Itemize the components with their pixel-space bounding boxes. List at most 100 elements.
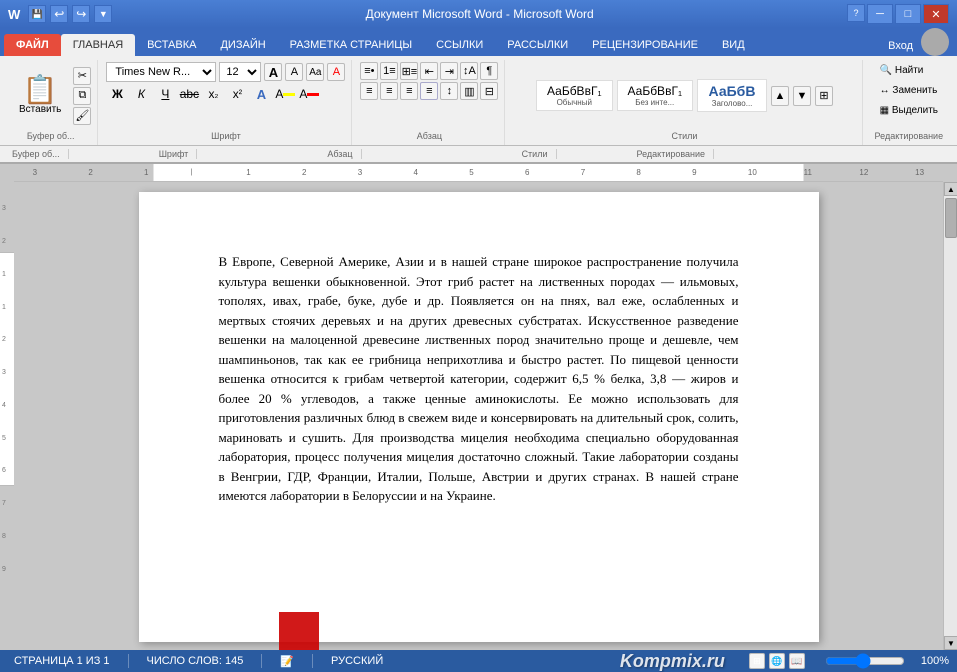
scroll-track[interactable] — [944, 196, 957, 636]
text-effects-button[interactable]: A — [250, 84, 272, 104]
superscript-button[interactable]: x² — [226, 84, 248, 104]
numbering-button[interactable]: 1≡ — [380, 62, 398, 80]
bullets-button[interactable]: ≡• — [360, 62, 378, 80]
status-divider-2 — [261, 654, 262, 668]
copy-button[interactable]: ⧉ — [73, 87, 91, 105]
clipboard-sub: ✂ ⧉ 🖌 — [73, 67, 91, 125]
font-size-down-button[interactable]: A — [285, 63, 303, 81]
italic-button[interactable]: К — [130, 84, 152, 104]
clear-format-button[interactable]: A — [327, 63, 345, 81]
clipboard-group: 📋 Вставить ✂ ⧉ 🖌 Буфер об... — [4, 60, 98, 145]
save-button[interactable]: 💾 — [28, 5, 46, 23]
font-name-select[interactable]: Times New R... — [106, 62, 216, 82]
document-area[interactable]: В Европе, Северной Америке, Азии и в наш… — [14, 182, 943, 650]
find-button[interactable]: 🔍 Найти — [871, 62, 933, 79]
border-button[interactable]: ⊟ — [480, 82, 498, 100]
paste-button[interactable]: 📋 Вставить — [10, 71, 70, 120]
tab-design[interactable]: ДИЗАЙН — [208, 34, 277, 56]
increase-indent-button[interactable]: ⇥ — [440, 62, 458, 80]
scroll-thumb[interactable] — [945, 198, 957, 238]
change-case-button[interactable]: Aa — [306, 63, 324, 81]
tab-references[interactable]: ССЫЛКИ — [424, 34, 495, 56]
tab-layout[interactable]: РАЗМЕТКА СТРАНИЦЫ — [278, 34, 424, 56]
font-group: Times New R... 12 A A Aa A Ж К Ч abc x₂ — [100, 60, 352, 145]
vertical-scrollbar[interactable]: ▲ ▼ — [943, 182, 957, 650]
scroll-down-button[interactable]: ▼ — [944, 636, 957, 650]
styles-scroll-down[interactable]: ▼ — [793, 86, 811, 106]
paragraph-label: Абзац — [417, 129, 442, 143]
font-row1: Times New R... 12 A A Aa A — [106, 62, 345, 82]
shading-button[interactable]: ▥ — [460, 82, 478, 100]
font-row2: Ж К Ч abc x₂ x² A A A — [106, 84, 320, 104]
style-no-spacing[interactable]: АаБбВвГ₁ Без инте... — [617, 80, 694, 111]
minimize-button[interactable]: ─ — [867, 4, 893, 24]
view-web-button[interactable]: 🌐 — [769, 653, 785, 669]
section-label-font: Шрифт — [69, 149, 198, 159]
status-bar: СТРАНИЦА 1 ИЗ 1 ЧИСЛО СЛОВ: 145 📝 РУССКИ… — [0, 650, 957, 672]
text-highlight-button[interactable]: A — [274, 84, 296, 104]
paragraph-controls: ≡• 1≡ ⊞≡ ⇤ ⇥ ↕A ¶ ≡ ≡ ≡ ≡ ↕ ▥ ⊟ — [360, 62, 498, 129]
zoom-slider[interactable] — [825, 653, 905, 669]
styles-scroll-up[interactable]: ▲ — [771, 86, 789, 106]
maximize-button[interactable]: □ — [895, 4, 921, 24]
align-left-button[interactable]: ≡ — [360, 82, 378, 100]
styles-gallery: АаБбВвГ₁ Обычный АаБбВвГ₁ Без инте... Аа… — [536, 62, 833, 129]
line-spacing-button[interactable]: ↕ — [440, 82, 458, 100]
tab-home[interactable]: ГЛАВНАЯ — [61, 34, 135, 56]
document-content[interactable]: В Европе, Северной Америке, Азии и в наш… — [219, 252, 739, 506]
font-size-up-button[interactable]: A — [264, 63, 282, 81]
align-center-button[interactable]: ≡ — [380, 82, 398, 100]
styles-more-button[interactable]: ⊞ — [815, 86, 833, 106]
redo-button[interactable]: ↪ — [72, 5, 90, 23]
font-color-button[interactable]: A — [298, 84, 320, 104]
highlight-indicator — [283, 93, 295, 96]
undo-button[interactable]: ↩ — [50, 5, 68, 23]
status-divider-3 — [312, 654, 313, 668]
title-bar-left: W 💾 ↩ ↪ ▼ — [8, 5, 112, 23]
view-read-button[interactable]: 📖 — [789, 653, 805, 669]
section-label-editing: Редактирование — [557, 149, 715, 159]
user-avatar — [921, 28, 949, 56]
language: РУССКИЙ — [325, 655, 389, 667]
color-indicator — [307, 93, 319, 96]
replace-button[interactable]: ↔ Заменить — [871, 82, 947, 99]
help-button[interactable]: ? — [847, 4, 865, 22]
format-painter-button[interactable]: 🖌 — [73, 107, 91, 125]
decrease-indent-button[interactable]: ⇤ — [420, 62, 438, 80]
proofing-icon[interactable]: 📝 — [274, 655, 300, 668]
view-layout-button[interactable]: ⊞ — [749, 653, 765, 669]
show-marks-button[interactable]: ¶ — [480, 62, 498, 80]
editing-label: Редактирование — [875, 129, 944, 143]
justify-button[interactable]: ≡ — [420, 82, 438, 100]
style-heading1[interactable]: АаБбВ Заголово... — [697, 79, 767, 112]
cut-button[interactable]: ✂ — [73, 67, 91, 85]
style-heading1-label: Заголово... — [708, 99, 756, 108]
subscript-button[interactable]: x₂ — [202, 84, 224, 104]
word-icon: W — [8, 7, 20, 22]
font-label: Шрифт — [211, 129, 241, 143]
tab-mailings[interactable]: РАССЫЛКИ — [495, 34, 580, 56]
tab-review[interactable]: РЕЦЕНЗИРОВАНИЕ — [580, 34, 710, 56]
close-button[interactable]: ✕ — [923, 4, 949, 24]
tab-view[interactable]: ВИД — [710, 34, 757, 56]
strikethrough-button[interactable]: abc — [178, 84, 200, 104]
multilevel-button[interactable]: ⊞≡ — [400, 62, 418, 80]
underline-button[interactable]: Ч — [154, 84, 176, 104]
editing-group: 🔍 Найти ↔ Заменить ▦ Выделить Редактиров… — [865, 60, 953, 145]
style-normal[interactable]: АаБбВвГ₁ Обычный — [536, 80, 613, 111]
paragraph-group: ≡• 1≡ ⊞≡ ⇤ ⇥ ↕A ¶ ≡ ≡ ≡ ≡ ↕ ▥ ⊟ — [354, 60, 505, 145]
align-right-button[interactable]: ≡ — [400, 82, 418, 100]
style-normal-text: АаБбВвГ₁ — [547, 84, 602, 98]
select-button[interactable]: ▦ Выделить — [871, 102, 947, 119]
login-button[interactable]: Вход — [880, 38, 921, 56]
sort-button[interactable]: ↕A — [460, 62, 478, 80]
ruler-right-margin — [943, 164, 957, 182]
customize-qat-button[interactable]: ▼ — [94, 5, 112, 23]
scroll-up-button[interactable]: ▲ — [944, 182, 957, 196]
tab-insert[interactable]: ВСТАВКА — [135, 34, 208, 56]
font-size-select[interactable]: 12 — [219, 62, 261, 82]
bold-button[interactable]: Ж — [106, 84, 128, 104]
section-labels-bar: Буфер об... Шрифт Абзац Стили Редактиров… — [0, 146, 957, 164]
tab-file[interactable]: ФАЙЛ — [4, 34, 61, 56]
find-icon: 🔍 — [880, 65, 895, 76]
